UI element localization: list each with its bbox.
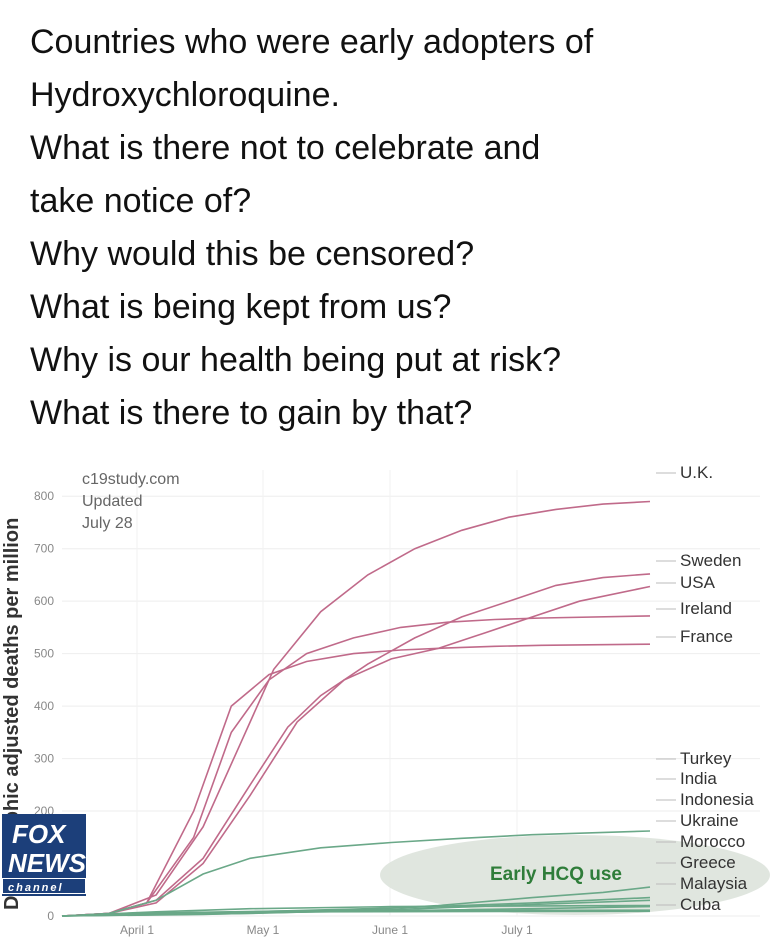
caption-text: Countries who were early adopters of Hyd…	[30, 16, 770, 440]
fox-logo-line1: FOX	[12, 819, 67, 849]
series-label: Cuba	[680, 895, 721, 914]
x-ticks: April 1 May 1 June 1 July 1	[120, 923, 533, 937]
series-label: India	[680, 769, 717, 788]
series-label: Indonesia	[680, 790, 754, 809]
fox-logo-line3: channel	[8, 882, 64, 894]
x-tick-label: June 1	[372, 923, 408, 937]
chart-area: 0 200 300 400 500 600 700 800 April 1 May 1 June …	[0, 448, 774, 938]
early-hcq-annotation: Early HCQ use	[490, 864, 622, 885]
fox-logo-line2: NEWS	[8, 848, 87, 878]
y-tick-label: 300	[34, 752, 54, 766]
fox-news-logo: FOX NEWS channel	[2, 814, 87, 896]
caption-line: What is being kept from us?	[30, 288, 452, 326]
series-label: U.K.	[680, 463, 713, 482]
series-label: Malaysia	[680, 874, 748, 893]
x-tick-label: May 1	[247, 923, 280, 937]
series-label: Sweden	[680, 551, 741, 570]
y-tick-label: 0	[47, 909, 54, 923]
series-label: Turkey	[680, 749, 732, 768]
series-label: Greece	[680, 853, 736, 872]
series-label: Ukraine	[680, 811, 739, 830]
x-tick-label: April 1	[120, 923, 154, 937]
series-label: France	[680, 627, 733, 646]
caption-line: What is there not to celebrate and	[30, 129, 541, 167]
x-tick-label: July 1	[501, 923, 533, 937]
y-tick-label: 700	[34, 542, 54, 556]
source-label: c19study.com	[82, 471, 180, 488]
caption-line: Countries who were early adopters of	[30, 23, 594, 61]
updated-label: Updated	[82, 493, 143, 510]
y-tick-label: 600	[34, 594, 54, 608]
y-tick-label: 400	[34, 699, 54, 713]
line-chart: 0200300400500600700800 April 1 May 1 June …	[1, 463, 770, 937]
series-label: USA	[680, 573, 716, 592]
caption-line: Hydroxychloroquine.	[30, 76, 340, 114]
y-tick-label: 500	[34, 647, 54, 661]
series-label: Morocco	[680, 832, 745, 851]
caption-line: take notice of?	[30, 182, 252, 220]
series-label: Ireland	[680, 599, 732, 618]
updated-date-label: July 28	[82, 515, 133, 532]
caption-line: Why is our health being put at risk?	[30, 341, 562, 379]
caption-line: Why would this be censored?	[30, 235, 475, 273]
caption-line: What is there to gain by that?	[30, 394, 473, 432]
y-tick-label: 800	[34, 489, 54, 503]
